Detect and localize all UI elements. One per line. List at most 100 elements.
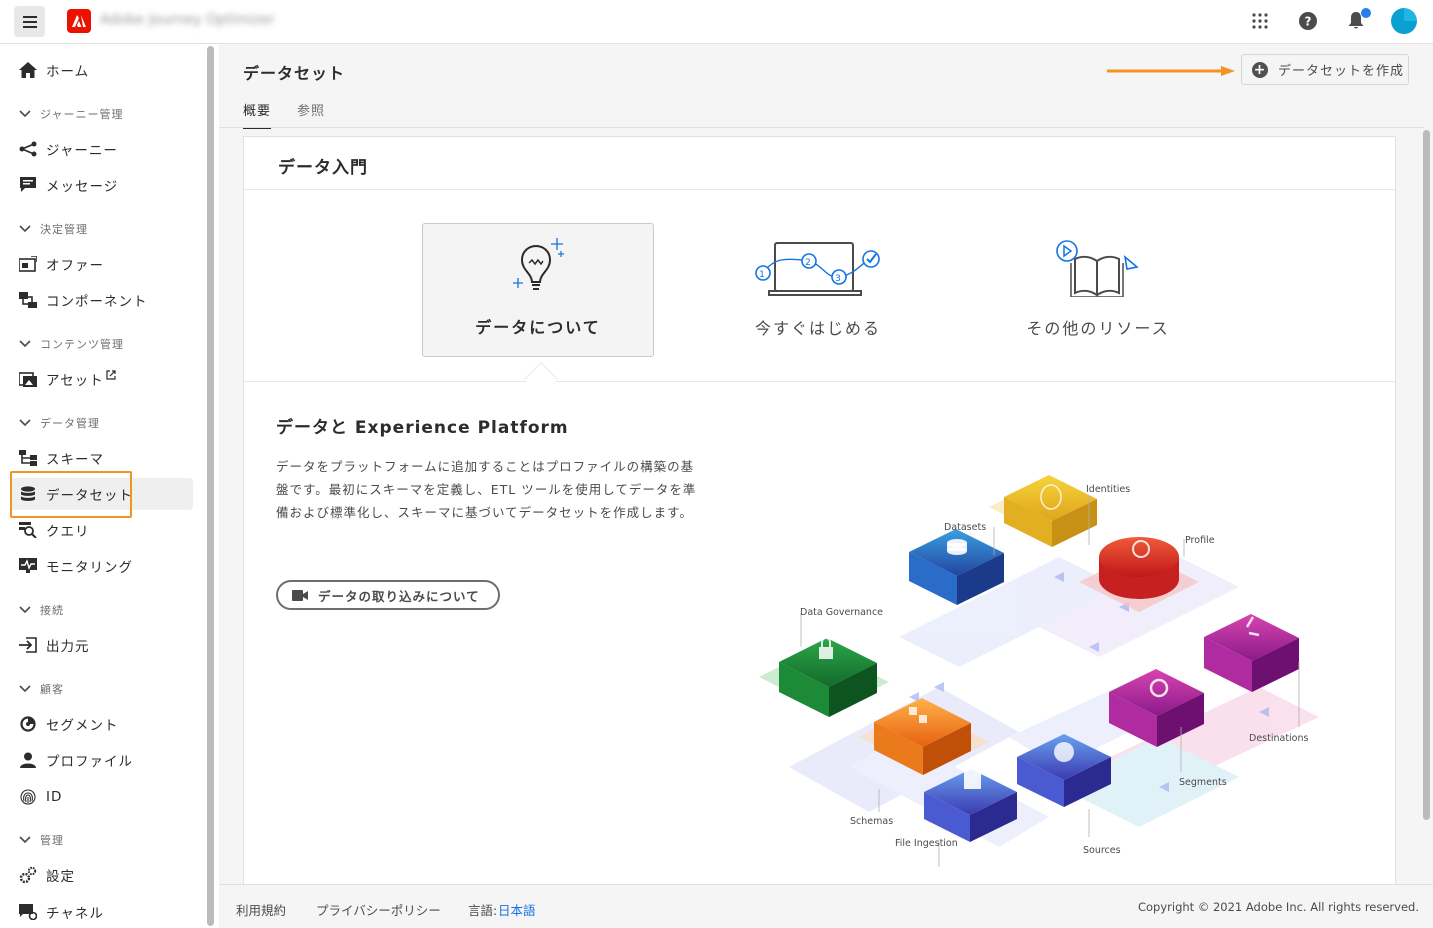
chevron-down-icon	[19, 836, 31, 844]
sidebar-item-components[interactable]: コンポーネント	[10, 284, 193, 316]
sidebar-item-label: ジャーニー	[46, 143, 118, 159]
footer: 利用規約 プライバシーポリシー 言語: 日本語 Copyright © 2021…	[219, 884, 1433, 928]
sign-in-icon	[18, 635, 38, 655]
label-profile: Profile	[1185, 535, 1215, 546]
sidebar-item-messages[interactable]: メッセージ	[10, 169, 193, 201]
chevron-down-icon	[19, 606, 31, 614]
label-segments: Segments	[1179, 777, 1227, 788]
privacy-link[interactable]: プライバシーポリシー	[316, 900, 441, 919]
language-selector[interactable]: 日本語	[498, 900, 536, 919]
option-get-started[interactable]: 1 2 3 今すぐはじめる	[702, 223, 934, 357]
assets-icon	[18, 369, 38, 389]
label-sources: Sources	[1083, 845, 1121, 856]
section-customers[interactable]: 顧客	[18, 681, 64, 697]
help-icon[interactable]: ?	[1295, 8, 1321, 34]
sidebar-item-home[interactable]: ホーム	[10, 54, 193, 86]
chevron-down-icon	[19, 419, 31, 427]
sidebar-item-label: ホーム	[46, 64, 90, 80]
section-connections[interactable]: 接続	[18, 602, 64, 618]
offer-icon	[18, 254, 38, 274]
sidebar-item-label: オファー	[46, 258, 104, 274]
svg-text:1: 1	[759, 270, 767, 280]
sidebar-item-queries[interactable]: クエリ	[10, 514, 193, 546]
monitoring-icon	[18, 556, 38, 576]
home-icon	[18, 60, 38, 80]
page-title: データセット	[243, 64, 346, 83]
svg-text:?: ?	[1305, 15, 1312, 29]
copyright-text: Copyright © 2021 Adobe Inc. All rights r…	[1137, 900, 1419, 914]
sidebar-item-label: クエリ	[46, 524, 90, 540]
notifications-bell-icon[interactable]	[1343, 8, 1371, 34]
tabs-divider	[219, 127, 1424, 128]
main-scrollbar[interactable]	[1423, 130, 1430, 820]
getting-started-card: データ入門 データについて 1 2 3 今すぐはじめる その他のリソース データ…	[243, 136, 1396, 896]
sidebar-item-label: ID	[46, 789, 63, 805]
divider	[244, 189, 1395, 190]
callout-arrow-icon	[1107, 66, 1235, 76]
sidebar-item-label: アセット	[46, 373, 104, 389]
section-content-management[interactable]: コンテンツ管理	[18, 336, 124, 352]
external-link-icon	[106, 370, 116, 380]
components-icon	[18, 290, 38, 310]
fingerprint-icon	[18, 787, 38, 807]
sidebar-item-label: コンポーネント	[46, 294, 148, 310]
chevron-down-icon	[19, 685, 31, 693]
option-about-data[interactable]: データについて	[422, 223, 654, 357]
terms-link[interactable]: 利用規約	[236, 900, 286, 919]
user-avatar[interactable]	[1391, 8, 1417, 34]
book-play-icon	[1056, 240, 1139, 297]
notification-badge	[1361, 8, 1371, 18]
channel-icon	[18, 902, 38, 922]
section-decision-management[interactable]: 決定管理	[18, 221, 88, 237]
section-administration[interactable]: 管理	[18, 832, 64, 848]
svg-text:3: 3	[835, 274, 843, 284]
option-label: その他のリソース	[1026, 319, 1170, 338]
apps-grid-icon[interactable]	[1247, 8, 1273, 34]
sidebar-item-channels[interactable]: チャネル	[10, 896, 193, 928]
sidebar-item-label: モニタリング	[46, 560, 133, 576]
adobe-logo-icon[interactable]	[67, 9, 91, 33]
query-icon	[18, 520, 38, 540]
journey-icon	[18, 139, 38, 159]
sidebar-item-label: プロファイル	[46, 754, 133, 770]
video-camera-icon	[292, 589, 308, 601]
sidebar-item-profiles[interactable]: プロファイル	[10, 744, 193, 776]
segment-icon	[18, 714, 38, 734]
option-other-resources[interactable]: その他のリソース	[982, 223, 1214, 357]
selection-notch	[524, 362, 558, 396]
sidebar-item-label: 出力元	[46, 639, 90, 655]
label-datasets: Datasets	[944, 522, 986, 533]
sidebar-item-assets[interactable]: アセット	[10, 363, 193, 395]
chevron-down-icon	[19, 110, 31, 118]
chevron-down-icon	[19, 340, 31, 348]
hamburger-menu-icon[interactable]	[14, 6, 45, 37]
option-label: 今すぐはじめる	[754, 319, 881, 338]
sidebar-item-sources[interactable]: 出力元	[10, 629, 193, 661]
sidebar-item-segments[interactable]: セグメント	[10, 708, 193, 740]
video-ingestion-button[interactable]: データの取り込みについて	[276, 580, 500, 610]
sidebar-scrollbar[interactable]	[207, 46, 214, 926]
tab-overview[interactable]: 概要	[243, 100, 272, 129]
schema-icon	[18, 448, 38, 468]
sidebar-item-identities[interactable]: ID	[10, 781, 193, 813]
create-dataset-button[interactable]: + データセットを作成	[1241, 54, 1409, 85]
sidebar-item-journeys[interactable]: ジャーニー	[10, 133, 193, 165]
sidebar-item-schemas[interactable]: スキーマ	[10, 442, 193, 474]
user-icon	[18, 750, 38, 770]
sidebar-item-monitoring[interactable]: モニタリング	[10, 550, 193, 582]
language-label: 言語:	[468, 903, 498, 918]
sidebar-item-label: スキーマ	[46, 452, 104, 468]
sidebar-item-settings[interactable]: 設定	[10, 859, 193, 891]
main-content: データセット + データセットを作成 概要 参照 データ入門 データについて 1…	[219, 44, 1433, 896]
section-description: データをプラットフォームに追加することはプロファイルの構築の基盤です。最初にスキ…	[276, 459, 697, 520]
sidebar-item-label: 設定	[46, 869, 75, 885]
label-identities: Identities	[1086, 484, 1130, 495]
section-data-management[interactable]: データ管理	[18, 415, 100, 431]
card-title: データ入門	[278, 158, 368, 178]
datasets-highlight-box	[10, 471, 132, 518]
add-circle-icon: +	[1252, 61, 1268, 78]
tab-browse[interactable]: 参照	[297, 100, 325, 129]
section-journey-management[interactable]: ジャーニー管理	[18, 106, 123, 122]
label-data-governance: Data Governance	[800, 607, 883, 618]
sidebar-item-offers[interactable]: オファー	[10, 248, 193, 280]
